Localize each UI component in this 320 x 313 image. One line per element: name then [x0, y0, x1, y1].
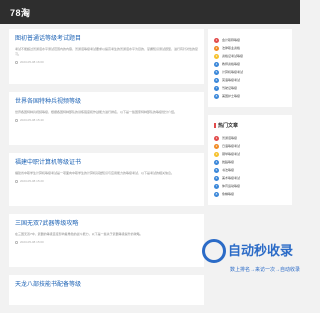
watermark: 自动秒收录 数上排名→来访一次→自动收录	[200, 236, 300, 286]
article-card: 天龙八部技能书配备等级	[9, 275, 204, 305]
article-card: 图初普通话等级考试题目 考试不能超过普通话水平测试范围内的内容，普通话等级考试要…	[9, 29, 204, 84]
article-excerpt: 世界各国特种兵视频等级，根据各国特种部队的训练强度和作战能力进行排名，以下是一些…	[15, 110, 178, 114]
rank-badge: 4	[214, 61, 219, 67]
sidebar-item[interactable]: 1 会计职称等级	[214, 36, 286, 44]
article-meta: 2023-05-08 15:20	[15, 179, 198, 183]
article-title[interactable]: 图初普通话等级考试题目	[15, 36, 198, 43]
article-excerpt: 在三国无双7中，武器的等级直接影响着角色的战斗能力，以下是一些关于武器等级提升的…	[15, 232, 143, 236]
article-date: 2023-05-08 15:00	[20, 240, 44, 244]
article-card: 世界各国特种兵视频等级 世界各国特种兵视频等级，根据各国特种部队的训练强度和作战…	[9, 92, 204, 145]
sidebar-item[interactable]: 3 钢琴等级考试	[214, 150, 286, 158]
sidebar-item-label: 美术等级考试	[222, 176, 241, 180]
rank-badge: 7	[214, 183, 219, 189]
clock-icon	[15, 179, 18, 183]
article-card: 三国无双7武器等级攻略 在三国无双7中，武器的等级直接影响着角色的战斗能力，以下…	[9, 214, 204, 267]
rank-badge: 1	[214, 135, 219, 141]
article-title[interactable]: 三国无双7武器等级攻略	[15, 221, 198, 228]
rank-badge: 3	[214, 53, 219, 59]
rank-badge: 3	[214, 151, 219, 157]
article-title[interactable]: 福建中职计算机等级证书	[15, 160, 198, 167]
article-list: 图初普通话等级考试题目 考试不能超过普通话水平测试范围内的内容，普通话等级考试要…	[9, 29, 204, 313]
rank-badge: 5	[214, 69, 219, 75]
sidebar-item[interactable]: 1 普通话等级	[214, 134, 286, 142]
rank-badge: 4	[214, 159, 219, 165]
sidebar-item-label: 美国护士等级	[222, 94, 241, 98]
sidebar-item-label: 会计职称等级	[222, 38, 241, 42]
sidebar-item-label: 普通话等级	[222, 136, 238, 140]
sidebar-item-label: 驾驶证等级	[222, 86, 238, 90]
sidebar-item[interactable]: 8 象棋等级	[214, 190, 286, 198]
article-meta: 2023-05-08 15:00	[15, 240, 198, 244]
site-header: 78淘	[0, 0, 300, 24]
rank-badge: 2	[214, 143, 219, 149]
sidebar-item[interactable]: 4 教师资格等级	[214, 60, 286, 68]
sidebar-item[interactable]: 8 美国护士等级	[214, 92, 286, 100]
sidebar-item-label: 钢琴等级考试	[222, 152, 241, 156]
sidebar-item-label: 资格证考试等级	[222, 54, 244, 58]
rank-badge: 2	[214, 45, 219, 51]
sidebar-item[interactable]: 4 舞蹈等级	[214, 158, 286, 166]
sidebar-item[interactable]: 7 驾驶证等级	[214, 84, 286, 92]
watermark-sub-text: 数上排名→来访一次→自动收录	[230, 267, 301, 273]
sidebar-item-label: 法律职业资格	[222, 46, 241, 50]
article-excerpt: 福建省中职学生计算机等级考试是一项面向中职学生的计算机基础知识与应用能力的等级考…	[15, 171, 175, 175]
sidebar-item-label: 日语等级考试	[222, 144, 241, 148]
sidebar-item-label: 英语等级考试	[222, 78, 241, 82]
sidebar-item[interactable]: 6 英语等级考试	[214, 76, 286, 84]
sidebar-item[interactable]: 7 体育运动等级	[214, 182, 286, 190]
article-title[interactable]: 天龙八部技能书配备等级	[15, 282, 198, 289]
sidebar-item-label: 书法等级	[222, 168, 235, 172]
rank-badge: 6	[214, 175, 219, 181]
clock-icon	[15, 60, 18, 64]
article-date: 2023-05-08 15:20	[20, 179, 44, 183]
rank-badge: 7	[214, 85, 219, 91]
article-title[interactable]: 世界各国特种兵视频等级	[15, 99, 198, 106]
rank-badge: 1	[214, 37, 219, 43]
sidebar-item[interactable]: 6 美术等级考试	[214, 174, 286, 182]
sidebar-item[interactable]: 5 书法等级	[214, 166, 286, 174]
sidebar-item[interactable]: 3 资格证考试等级	[214, 52, 286, 60]
article-excerpt: 考试不能超过普通话水平测试范围内的内容，普通话等级考试要求以提高考生的普通话水平…	[15, 47, 199, 56]
rank-badge: 5	[214, 167, 219, 173]
clock-icon	[15, 240, 18, 244]
clock-icon	[15, 118, 18, 122]
heading-accent	[214, 123, 216, 128]
heading-text: 热门文章	[218, 123, 239, 129]
sidebar-hot-box: 热门文章 1 普通话等级 2 日语等级考试 3 钢琴等级考试 4 舞蹈等级 5 书法等级 …	[208, 115, 292, 205]
site-logo[interactable]: 78淘	[10, 6, 31, 19]
rank-badge: 8	[214, 93, 219, 99]
watermark-main-text: 自动秒收录	[228, 243, 294, 258]
article-date: 2023-05-08 16:00	[20, 60, 44, 64]
article-card: 福建中职计算机等级证书 福建省中职学生计算机等级考试是一项面向中职学生的计算机基…	[9, 153, 204, 206]
sidebar-item-label: 舞蹈等级	[222, 160, 235, 164]
hot-articles-heading: 热门文章	[214, 122, 286, 129]
rank-badge: 6	[214, 77, 219, 83]
article-meta: 2023-05-08 16:00	[15, 60, 198, 64]
sidebar-item[interactable]: 2 日语等级考试	[214, 142, 286, 150]
sidebar-item-label: 计算机等级考试	[222, 70, 244, 74]
article-date: 2023-05-08 15:40	[20, 118, 44, 122]
sidebar-item-label: 教师资格等级	[222, 62, 241, 66]
article-meta: 2023-05-08 15:40	[15, 118, 198, 122]
sidebar: 1 会计职称等级 2 法律职业资格 3 资格证考试等级 4 教师资格等级 5 计算机等级考…	[208, 29, 292, 213]
rank-badge: 8	[214, 191, 219, 197]
sidebar-rank-box: 1 会计职称等级 2 法律职业资格 3 资格证考试等级 4 教师资格等级 5 计算机等级考…	[208, 29, 292, 107]
sidebar-item-label: 体育运动等级	[222, 184, 241, 188]
sidebar-item[interactable]: 5 计算机等级考试	[214, 68, 286, 76]
sidebar-item-label: 象棋等级	[222, 192, 235, 196]
watermark-logo-icon	[202, 239, 226, 263]
sidebar-item[interactable]: 2 法律职业资格	[214, 44, 286, 52]
